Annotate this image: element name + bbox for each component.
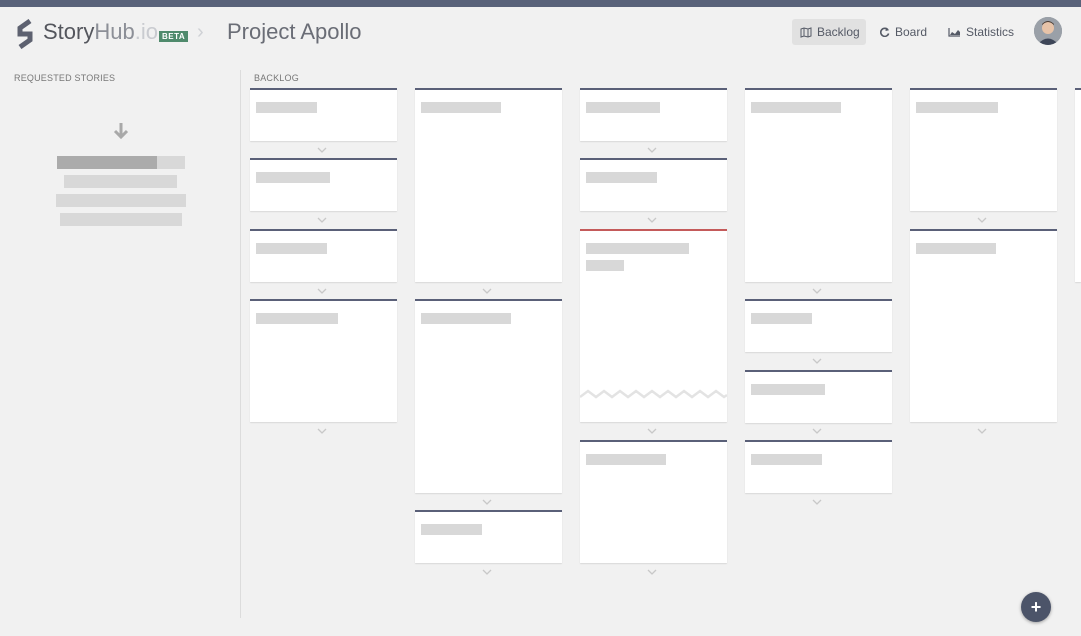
chevron-down-icon[interactable]	[317, 428, 327, 434]
nav-backlog-label: Backlog	[817, 25, 860, 39]
chevron-down-icon[interactable]	[317, 288, 327, 294]
story-card[interactable]	[1075, 88, 1081, 282]
chevron-down-icon[interactable]	[812, 288, 822, 294]
story-card[interactable]	[580, 88, 727, 141]
refresh-icon	[880, 27, 890, 37]
story-card[interactable]	[745, 88, 892, 282]
avatar[interactable]	[1034, 17, 1062, 45]
chevron-down-icon[interactable]	[482, 288, 492, 294]
chevron-down-icon[interactable]	[812, 358, 822, 364]
chevron-down-icon[interactable]	[977, 217, 987, 223]
sidebar-divider	[240, 70, 241, 618]
story-card[interactable]	[250, 158, 397, 211]
nav-statistics-label: Statistics	[966, 25, 1015, 39]
chevron-down-icon[interactable]	[482, 499, 492, 505]
story-title-placeholder	[421, 102, 501, 113]
story-card[interactable]	[745, 299, 892, 352]
story-card[interactable]	[415, 88, 562, 282]
story-card[interactable]	[580, 440, 727, 563]
story-card[interactable]	[415, 299, 562, 493]
header: StoryHub.io BETA › Project Apollo Backlo…	[0, 7, 1081, 57]
story-card[interactable]	[250, 229, 397, 282]
story-title-placeholder	[256, 102, 317, 113]
story-title-placeholder	[421, 313, 511, 324]
top-accent-bar	[0, 0, 1081, 7]
story-title-placeholder	[586, 454, 666, 465]
chevron-down-icon[interactable]	[977, 428, 987, 434]
story-card[interactable]	[745, 440, 892, 493]
story-title-placeholder	[586, 172, 657, 183]
brand-name[interactable]: StoryHub.io	[43, 19, 158, 45]
nav-board[interactable]: Board	[880, 19, 927, 45]
story-card[interactable]	[745, 370, 892, 423]
placeholder-line	[64, 175, 177, 188]
backlog-label: BACKLOG	[254, 73, 299, 83]
chevron-down-icon[interactable]	[647, 147, 657, 153]
story-card[interactable]	[250, 299, 397, 422]
chevron-down-icon[interactable]	[647, 217, 657, 223]
story-title-placeholder	[421, 524, 482, 535]
story-title-placeholder	[586, 102, 660, 113]
story-title-placeholder	[751, 454, 822, 465]
area-chart-icon	[948, 28, 960, 37]
story-title-placeholder	[586, 260, 624, 271]
story-title-placeholder	[586, 243, 689, 254]
page-title: Project Apollo	[227, 19, 362, 44]
placeholder-line	[56, 194, 186, 207]
chevron-down-icon[interactable]	[317, 217, 327, 223]
story-title-placeholder	[256, 313, 338, 324]
add-story-button[interactable]: +	[1021, 592, 1051, 622]
truncated-edge	[580, 389, 727, 399]
story-title-placeholder	[751, 313, 812, 324]
map-icon	[800, 26, 812, 38]
user-avatar-icon	[1034, 17, 1062, 45]
storyhub-logo-icon[interactable]	[15, 19, 35, 49]
arrow-down-icon	[113, 123, 129, 140]
story-title-placeholder	[256, 172, 330, 183]
chevron-down-icon[interactable]	[647, 569, 657, 575]
nav-board-label: Board	[895, 25, 928, 39]
story-title-placeholder	[916, 102, 998, 113]
placeholder-line	[60, 213, 182, 226]
story-card[interactable]	[415, 510, 562, 563]
story-card-flagged[interactable]	[580, 229, 727, 422]
story-title-placeholder	[751, 384, 825, 395]
breadcrumb-separator: ›	[197, 21, 204, 43]
chevron-down-icon[interactable]	[812, 428, 822, 434]
placeholder-line-highlight	[57, 156, 157, 169]
story-title-placeholder	[916, 243, 996, 254]
chevron-down-icon[interactable]	[812, 499, 822, 505]
story-title-placeholder	[256, 243, 327, 254]
chevron-down-icon[interactable]	[647, 428, 657, 434]
story-card[interactable]	[910, 229, 1057, 422]
story-card[interactable]	[910, 88, 1057, 211]
chevron-down-icon[interactable]	[482, 569, 492, 575]
nav-statistics[interactable]: Statistics	[948, 19, 1014, 45]
chevron-down-icon[interactable]	[317, 147, 327, 153]
beta-badge: BETA	[159, 31, 189, 42]
story-card[interactable]	[580, 158, 727, 211]
story-title-placeholder	[751, 102, 841, 113]
story-card[interactable]	[250, 88, 397, 141]
requested-stories-label: REQUESTED STORIES	[14, 73, 116, 83]
nav-backlog[interactable]: Backlog	[792, 19, 866, 45]
